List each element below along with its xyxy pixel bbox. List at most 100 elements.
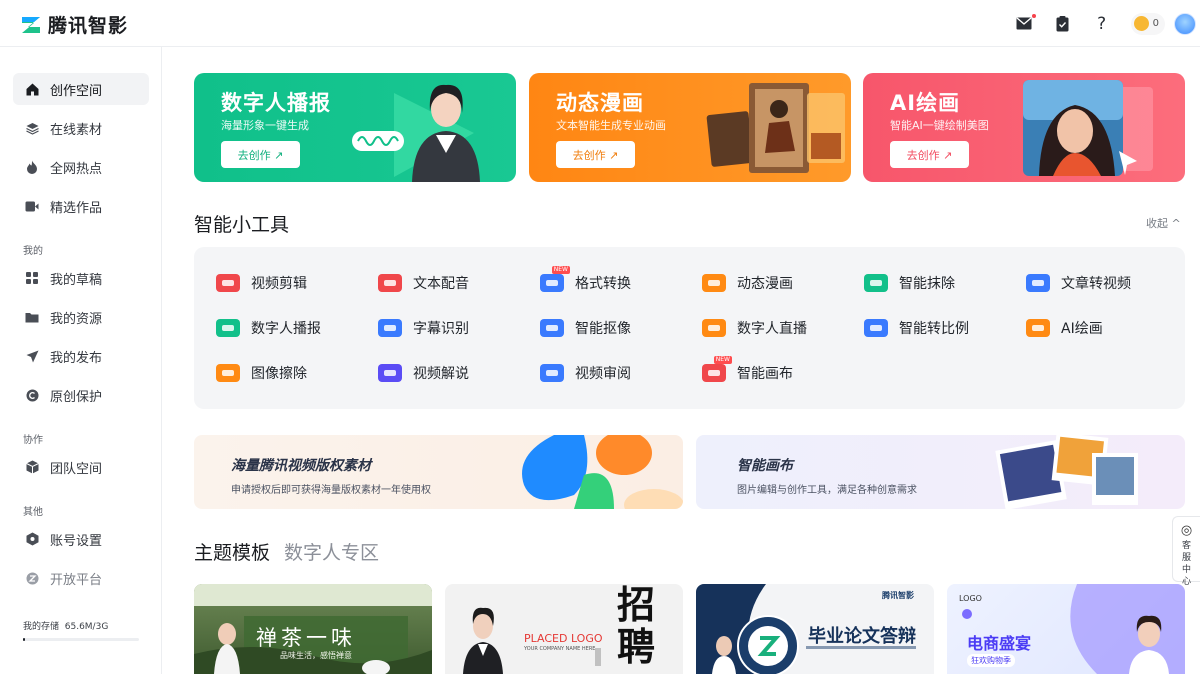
tool-item[interactable]: 动态漫画 <box>700 272 793 294</box>
sidebar-item-team-space[interactable]: 团队空间 <box>13 451 149 483</box>
promo-photos <box>995 435 1138 509</box>
review-icon <box>538 362 566 384</box>
sidebar-item-published[interactable]: 我的发布 <box>13 340 149 372</box>
tool-item[interactable]: 图像擦除 <box>214 362 307 384</box>
tool-item[interactable]: 视频解说 <box>376 362 469 384</box>
digital-human-illustration <box>352 84 480 182</box>
tool-item[interactable]: 智能转比例 <box>862 317 969 339</box>
template-title: 禅茶一味 <box>256 626 356 650</box>
tools-section-title: 智能小工具 <box>194 214 290 236</box>
subtitle-icon <box>376 317 404 339</box>
template-tabs: 主题模板 数字人专区 <box>194 538 379 565</box>
promo-title: 智能画布 <box>737 458 793 474</box>
promo-smart-canvas[interactable]: 智能画布 图片编辑与创作工具，满足各种创意需求 <box>696 435 1185 509</box>
new-badge: NEW <box>713 356 732 364</box>
tool-label: 智能转比例 <box>899 321 969 337</box>
sidebar-item-online-assets[interactable]: 在线素材 <box>13 112 149 144</box>
banner-create-button[interactable]: 去创作 ↗ <box>890 141 969 168</box>
coin-icon <box>1133 16 1149 31</box>
layers-icon <box>25 121 39 135</box>
banner-ai-painting[interactable]: AI绘画 智能AI一键绘制美图 去创作 ↗ <box>863 73 1185 182</box>
promo-copyright-assets[interactable]: 海量腾讯视频版权素材 申请授权后即可获得海量版权素材一年使用权 <box>194 435 683 509</box>
banner-digital-human[interactable]: 数字人播报 海量形象一键生成 去创作 ↗ <box>194 73 516 182</box>
tool-label: 智能抠像 <box>575 321 631 337</box>
collapse-button[interactable]: 收起 ^ <box>1146 215 1181 231</box>
folder-icon <box>25 310 39 324</box>
tool-item[interactable]: AI绘画 <box>1024 317 1103 339</box>
template-logo: LOGO <box>959 594 982 603</box>
storage-bar <box>23 638 139 641</box>
template-card[interactable]: 禅茶一味 品味生活，感悟禅意 <box>194 584 432 674</box>
sidebar-item-label: 原创保护 <box>50 389 103 405</box>
template-card[interactable]: PLACED LOGO YOUR COMPANY NAME HERE 招聘 <box>445 584 683 674</box>
banner-dynamic-comic[interactable]: 动态漫画 文本智能生成专业动画 去创作 ↗ <box>529 73 851 182</box>
comic-icon <box>700 272 728 294</box>
convert-icon: NEW <box>538 266 570 294</box>
sidebar-item-resources[interactable]: 我的资源 <box>13 301 149 333</box>
tab-theme-templates[interactable]: 主题模板 <box>194 538 270 565</box>
sidebar-item-copyright[interactable]: 原创保护 <box>13 379 149 411</box>
sidebar-item-label: 精选作品 <box>50 200 103 216</box>
tool-label: 视频解说 <box>413 366 469 382</box>
tool-label: 数字人直播 <box>737 321 807 337</box>
article-video-icon <box>1024 272 1052 294</box>
tool-item[interactable]: 视频审阅 <box>538 362 631 384</box>
video-icon <box>25 199 39 213</box>
sidebar-item-open-platform[interactable]: 开放平台 <box>13 562 149 594</box>
sidebar-item-label: 我的资源 <box>50 311 103 327</box>
ratio-icon <box>862 317 890 339</box>
banner-title: 数字人播报 <box>221 91 331 115</box>
tool-item[interactable]: 智能抹除 <box>862 272 955 294</box>
mail-icon[interactable] <box>1014 13 1036 34</box>
app-logo[interactable]: 腾讯智影 <box>20 11 128 38</box>
tool-item[interactable]: 数字人直播 <box>700 317 807 339</box>
template-subtitle: 品味生活，感悟禅意 <box>280 651 352 660</box>
sidebar-section-collab: 协作 <box>23 435 43 446</box>
banner-title: AI绘画 <box>890 91 961 115</box>
settings-icon <box>25 532 39 546</box>
tool-label: 智能画布 <box>737 366 793 382</box>
sidebar-item-featured[interactable]: 精选作品 <box>13 190 149 222</box>
tool-item[interactable]: 视频剪辑 <box>214 272 307 294</box>
tool-item[interactable]: 文本配音 <box>376 272 469 294</box>
logo-icon <box>22 16 40 33</box>
comic-illustration <box>706 83 845 173</box>
tool-item[interactable]: 字幕识别 <box>376 317 469 339</box>
banner-create-button[interactable]: 去创作 ↗ <box>221 141 300 168</box>
template-card[interactable]: LOGO 电商盛宴 狂欢购物季 <box>947 584 1185 674</box>
tool-item[interactable]: 智能抠像 <box>538 317 631 339</box>
tool-item[interactable]: NEW 格式转换 <box>538 266 631 294</box>
template-subtitle: 狂欢购物季 <box>967 654 1015 667</box>
flame-icon <box>25 160 39 174</box>
headset-icon: ◎ <box>1180 523 1193 538</box>
template-card[interactable]: 腾讯智影 毕业论文答辩 <box>696 584 934 674</box>
tab-digital-human[interactable]: 数字人专区 <box>284 538 379 565</box>
sidebar-item-label: 在线素材 <box>50 122 103 138</box>
sidebar-item-account-settings[interactable]: 账号设置 <box>13 523 149 555</box>
tool-item[interactable]: 数字人播报 <box>214 317 321 339</box>
text-voice-icon <box>376 272 404 294</box>
help-icon[interactable]: ? <box>1092 14 1112 34</box>
erase-icon <box>862 272 890 294</box>
cutout-icon <box>538 317 566 339</box>
banner-title: 动态漫画 <box>556 91 644 115</box>
tool-label: 文章转视频 <box>1061 276 1131 292</box>
template-title: 毕业论文答辩 <box>808 626 916 647</box>
tool-label: AI绘画 <box>1061 321 1103 337</box>
tool-item[interactable]: NEW 智能画布 <box>700 356 793 384</box>
promo-subtitle: 图片编辑与创作工具，满足各种创意需求 <box>737 485 917 496</box>
promo-subtitle: 申请授权后即可获得海量版权素材一年使用权 <box>231 485 431 496</box>
live-icon <box>700 317 728 339</box>
coin-balance[interactable]: 0 <box>1130 12 1165 35</box>
sidebar: 创作空间 在线素材 全网热点 精选作品 我的 我的草稿 我的资源 我的发布 原创… <box>0 47 162 674</box>
sidebar-item-drafts[interactable]: 我的草稿 <box>13 262 149 294</box>
sidebar-item-trending[interactable]: 全网热点 <box>13 151 149 183</box>
customer-service-button[interactable]: ◎ 客服中心 <box>1172 516 1200 587</box>
tool-item[interactable]: 文章转视频 <box>1024 272 1131 294</box>
banner-create-button[interactable]: 去创作 ↗ <box>556 141 635 168</box>
task-icon[interactable] <box>1053 14 1073 34</box>
tool-label: 字幕识别 <box>413 321 469 337</box>
storage-info: 我的存储 65.6M/3G <box>23 619 108 632</box>
avatar[interactable] <box>1174 12 1196 35</box>
sidebar-item-creative-space[interactable]: 创作空间 <box>13 73 149 105</box>
